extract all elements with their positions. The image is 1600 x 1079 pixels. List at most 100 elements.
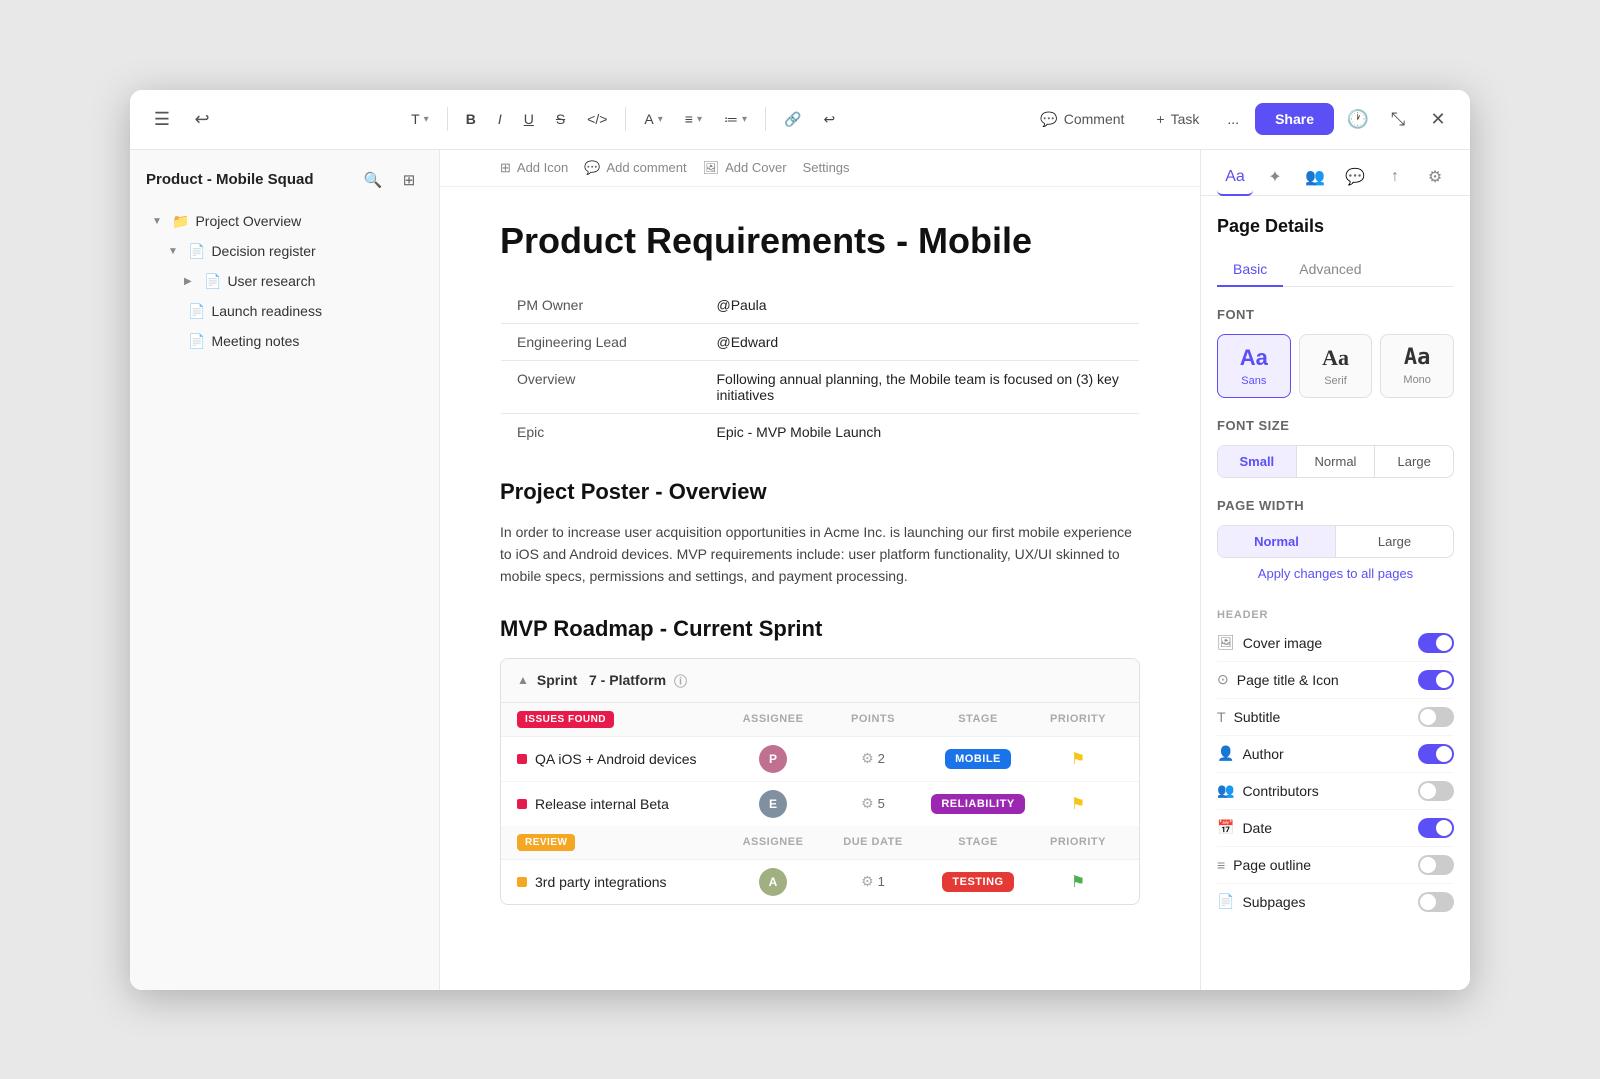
layout-icon[interactable]: ⊞ (395, 166, 423, 194)
sprint-toggle[interactable]: ▲ (517, 673, 529, 687)
doc-icon: 📄 (204, 273, 221, 290)
task-button[interactable]: + Task (1144, 105, 1211, 133)
image-icon: ⊞ (500, 160, 511, 176)
add-icon-button[interactable]: ⊞ Add Icon (500, 160, 568, 176)
page-title: Product Requirements - Mobile (500, 219, 1140, 262)
sidebar-item-label: User research (227, 273, 315, 289)
col-assignee: ASSIGNEE (723, 713, 823, 725)
tab-advanced[interactable]: Advanced (1283, 253, 1377, 287)
sidebar-item-user-research[interactable]: ▶ 📄 User research (136, 267, 433, 296)
search-icon[interactable]: 🔍 (359, 166, 387, 194)
expand-icon[interactable]: ⤡ (1382, 103, 1414, 135)
font-sans-option[interactable]: Aa Sans (1217, 334, 1291, 398)
flag-icon: ⚑ (1071, 794, 1085, 814)
add-comment-button[interactable]: 💬 Add comment (584, 160, 686, 176)
sidebar-icon-group: 🔍 ⊞ (359, 166, 423, 194)
tab-export-icon[interactable]: ↑ (1377, 160, 1413, 196)
toggle-subtitle: T Subtitle (1217, 699, 1454, 736)
panel-icon-tabs: Aa ✦ 👥 💬 ↑ ⚙ (1201, 150, 1470, 196)
apply-link[interactable]: Apply changes to all pages (1217, 566, 1454, 581)
toggle-label: Page outline (1233, 857, 1311, 873)
add-cover-button[interactable]: 🖼 Add Cover (703, 160, 787, 176)
sidebar-item-meeting-notes[interactable]: 📄 Meeting notes (136, 327, 433, 356)
table-cell-value: @Paula (701, 286, 1140, 323)
width-large[interactable]: Large (1336, 526, 1453, 557)
tab-format-icon[interactable]: Aa (1217, 160, 1253, 196)
text-style-btn[interactable]: T ▾ (403, 105, 437, 133)
history-icon[interactable]: 🕐 (1342, 103, 1374, 135)
list-btn[interactable]: ≔ ▾ (716, 105, 755, 134)
flag-icon: ⚑ (1071, 872, 1085, 892)
italic-btn[interactable]: I (490, 105, 510, 133)
contributors-toggle[interactable] (1418, 781, 1454, 801)
table-cell-label: Epic (501, 413, 701, 450)
main-toolbar: ☰ ↩ T ▾ B I U S </> A ▾ ≡ ▾ ≔ (130, 90, 1470, 150)
stage-badge: TESTING (942, 872, 1013, 892)
subtitle-toggle[interactable] (1418, 707, 1454, 727)
points-value: 2 (878, 751, 885, 766)
font-serif-option[interactable]: Aa Serif (1299, 334, 1373, 398)
strikethrough-btn[interactable]: S (548, 105, 573, 133)
toggle-label-group: ⊙ Page title & Icon (1217, 671, 1339, 688)
avatar: P (759, 745, 787, 773)
width-normal[interactable]: Normal (1218, 526, 1336, 557)
avatar: E (759, 790, 787, 818)
tab-basic[interactable]: Basic (1217, 253, 1283, 287)
page-outline-toggle[interactable] (1418, 855, 1454, 875)
align-btn[interactable]: ≡ ▾ (677, 105, 710, 133)
doc-icon: 📄 (188, 303, 205, 320)
sprint-name: Sprint 7 - Platform (537, 672, 666, 688)
stage-cell: TESTING (923, 872, 1033, 892)
sidebar-item-project-overview[interactable]: ▼ 📁 Project Overview (136, 207, 433, 236)
sidebar-item-launch-readiness[interactable]: 📄 Launch readiness (136, 297, 433, 326)
sidebar: Product - Mobile Squad 🔍 ⊞ ▼ 📁 Project O… (130, 150, 440, 990)
back-icon[interactable]: ↩ (186, 103, 218, 135)
tab-comment-icon[interactable]: 💬 (1337, 160, 1373, 196)
font-option-label: Sans (1241, 375, 1266, 387)
size-large[interactable]: Large (1375, 446, 1453, 477)
sidebar-item-label: Decision register (211, 243, 315, 259)
toggle-date: 📅 Date (1217, 810, 1454, 847)
tab-users-icon[interactable]: 👥 (1297, 160, 1333, 196)
panel-content: Page Details Basic Advanced Font Aa Sans (1201, 196, 1470, 990)
font-mono-option[interactable]: Aa Mono (1380, 334, 1454, 398)
subpages-toggle[interactable] (1418, 892, 1454, 912)
font-color-btn[interactable]: A ▾ (636, 105, 670, 133)
comment-button[interactable]: 💬 Comment (1028, 105, 1136, 134)
toggle-author: 👤 Author (1217, 736, 1454, 773)
loop-btn[interactable]: ↩ (815, 105, 843, 134)
font-label: Font (1217, 307, 1454, 322)
toggle-contributors: 👥 Contributors (1217, 773, 1454, 810)
author-toggle[interactable] (1418, 744, 1454, 764)
table-row: Epic Epic - MVP Mobile Launch (501, 413, 1140, 450)
more-btn[interactable]: ... (1219, 105, 1247, 133)
cover-image-toggle[interactable] (1418, 633, 1454, 653)
sidebar-item-decision-register[interactable]: ▼ 📄 Decision register (136, 237, 433, 266)
size-small[interactable]: Small (1218, 446, 1297, 477)
date-toggle[interactable] (1418, 818, 1454, 838)
underline-btn[interactable]: U (516, 105, 542, 133)
author-icon: 👤 (1217, 745, 1234, 762)
code-btn[interactable]: </> (579, 105, 615, 133)
share-button[interactable]: Share (1255, 103, 1334, 135)
tab-magic-icon[interactable]: ✦ (1257, 160, 1293, 196)
close-icon[interactable]: ✕ (1422, 103, 1454, 135)
bold-btn[interactable]: B (458, 105, 484, 133)
divider3 (765, 107, 766, 131)
list-item: Release internal Beta E ⚙ 5 RELIABILITY (501, 782, 1139, 826)
page-width-setting: Page Width Normal Large Apply changes to… (1217, 498, 1454, 581)
settings-link[interactable]: Settings (803, 160, 850, 175)
task-content: Release internal Beta (517, 796, 723, 812)
list-item: 3rd party integrations A ⚙ 1 TESTING (501, 860, 1139, 904)
page-title-toggle[interactable] (1418, 670, 1454, 690)
tab-settings-icon[interactable]: ⚙ (1417, 160, 1453, 196)
toggle-label-group: 📅 Date (1217, 819, 1272, 836)
link-btn[interactable]: 🔗 (776, 105, 809, 134)
chevron-down-icon: ▾ (742, 114, 747, 125)
size-normal[interactable]: Normal (1297, 446, 1376, 477)
menu-icon[interactable]: ☰ (146, 103, 178, 135)
toggle-label: Date (1242, 820, 1272, 836)
table-cell-value: Epic - MVP Mobile Launch (701, 413, 1140, 450)
table-cell-value: @Edward (701, 323, 1140, 360)
points-value: 1 (878, 874, 885, 889)
